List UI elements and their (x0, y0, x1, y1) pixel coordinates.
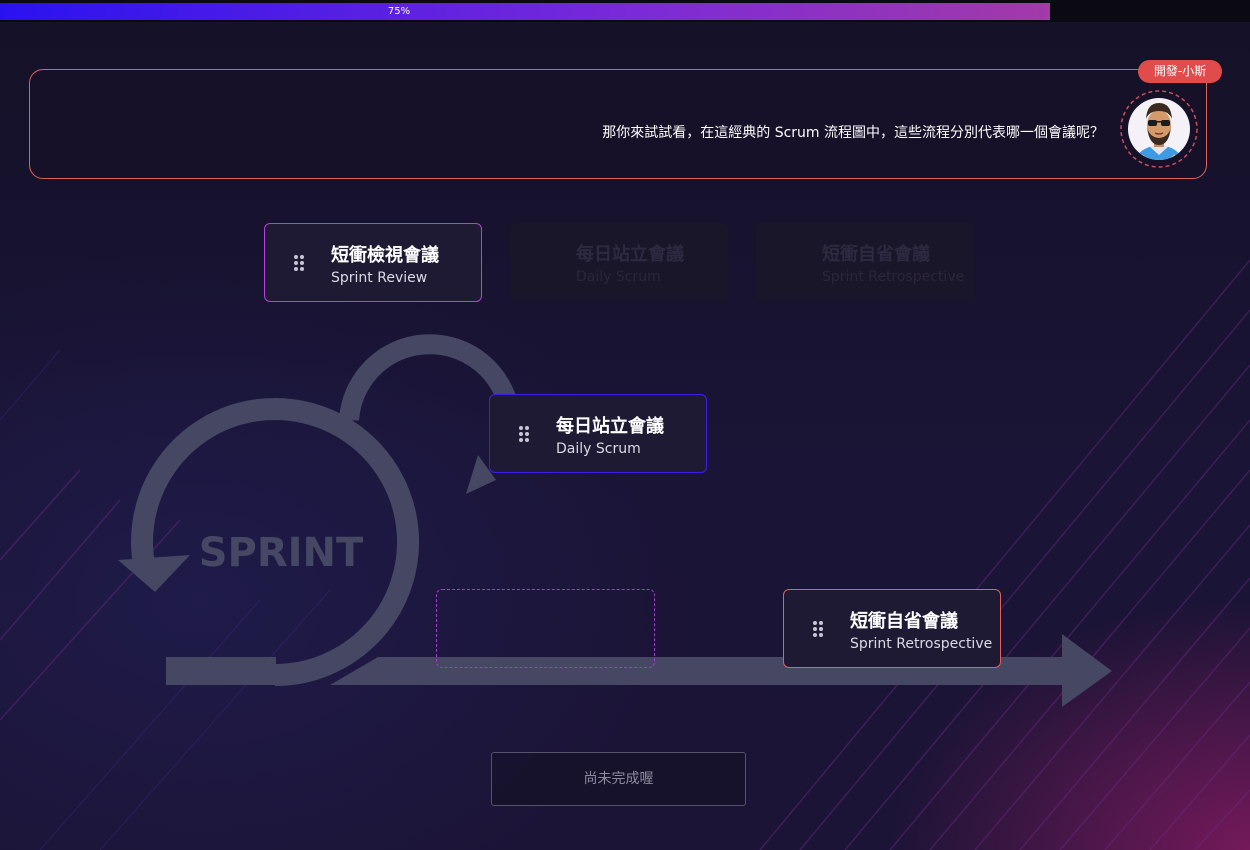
drag-handle-icon[interactable] (519, 426, 531, 442)
timeline-arrowhead (1062, 634, 1112, 707)
placed-card-sprint-retrospective[interactable]: 短衝自省會議 Sprint Retrospective (783, 589, 1001, 668)
card-title: 短衝自省會議 (850, 611, 958, 632)
card-subtitle: Daily Scrum (556, 441, 641, 457)
drop-zone-sprint-review[interactable] (436, 589, 655, 668)
card-subtitle: Sprint Retrospective (850, 636, 993, 652)
sprint-label: SPRINT (199, 530, 364, 576)
card-title: 每日站立會議 (556, 416, 664, 437)
submit-button[interactable]: 尚未完成喔 (491, 752, 746, 806)
sprint-circle-arrowhead (118, 555, 190, 592)
sprint-base-bar (166, 657, 276, 685)
placed-card-daily-scrum[interactable]: 每日站立會議 Daily Scrum (489, 394, 707, 473)
drag-handle-icon[interactable] (813, 621, 825, 637)
